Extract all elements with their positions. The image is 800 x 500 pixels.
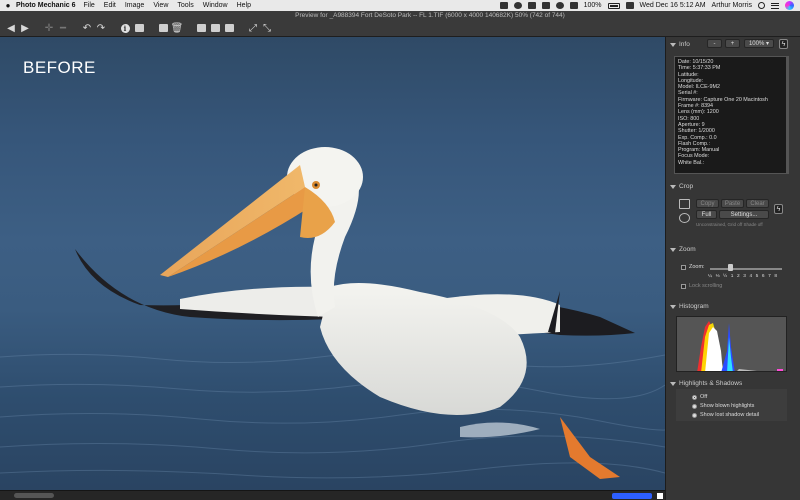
- zoom-section-title: Zoom: [679, 246, 696, 253]
- menu-help[interactable]: Help: [237, 2, 251, 9]
- info-zoom-value: 100%: [748, 40, 765, 47]
- crop-status-text: Unconstrained, Grid off Shade off: [696, 222, 763, 227]
- lost-shadow-label: Show lost shadow detail: [700, 412, 760, 418]
- menubar-user[interactable]: Arthur Morris: [712, 2, 752, 9]
- apple-menu-icon[interactable]: ●: [0, 1, 16, 10]
- color-class-indicator[interactable]: [612, 493, 652, 499]
- disclosure-triangle-icon[interactable]: [670, 184, 676, 189]
- crop-section-header[interactable]: Crop: [670, 183, 693, 190]
- histogram-graph: [676, 316, 787, 372]
- zoom-slider-track[interactable]: [710, 268, 782, 270]
- info-metadata-box[interactable]: Date: 10/15/20 Time: 5:37:33 PM Latitude…: [674, 56, 787, 174]
- menubar-datetime[interactable]: Wed Dec 16 5:12 AM: [640, 2, 706, 9]
- highlights-section-title: Highlights & Shadows: [679, 380, 743, 387]
- trash-icon[interactable]: 🗑: [170, 22, 184, 34]
- zoom-slider-knob[interactable]: [728, 264, 733, 271]
- app-menu[interactable]: Photo Mechanic 6: [16, 2, 76, 9]
- crop-tool-icon[interactable]: [679, 199, 690, 209]
- zoom-in-icon[interactable]: ✛: [42, 22, 56, 34]
- crop-settings-button[interactable]: Settings...: [719, 210, 769, 219]
- single-view-icon[interactable]: [194, 22, 208, 34]
- battery-icon[interactable]: [607, 2, 620, 9]
- info-section-header[interactable]: Info: [670, 41, 690, 48]
- menu-image[interactable]: Image: [125, 2, 144, 9]
- wifi-icon[interactable]: [569, 2, 578, 9]
- menu-edit[interactable]: Edit: [104, 2, 116, 9]
- menu-file[interactable]: File: [84, 2, 95, 9]
- highlights-off-label: Off: [700, 394, 708, 400]
- crop-shade-icon[interactable]: [679, 213, 690, 223]
- histogram-section-header[interactable]: Histogram: [670, 303, 709, 310]
- rotate-left-icon[interactable]: ↶: [80, 22, 94, 34]
- crop-clear-button[interactable]: Clear: [746, 199, 769, 208]
- zoom-label: Zoom:: [689, 264, 705, 270]
- notification-center-icon[interactable]: [771, 2, 779, 9]
- flag-icon[interactable]: [625, 2, 634, 9]
- bottom-status-strip: [0, 490, 665, 500]
- pelican-photo-image: [0, 147, 665, 479]
- info-zoom-in-button[interactable]: +: [725, 39, 740, 48]
- filmstrip-toggle[interactable]: [14, 493, 54, 498]
- crop-lightning-icon[interactable]: ϟ: [774, 204, 783, 214]
- window-title: Preview for _A988394 Fort DeSoto Park --…: [295, 12, 565, 19]
- disclosure-triangle-icon[interactable]: [670, 42, 676, 47]
- zoom-checkbox[interactable]: [681, 265, 686, 270]
- blown-highlights-label: Show blown highlights: [700, 403, 755, 409]
- image-info-icon[interactable]: [132, 22, 146, 34]
- highlights-section-header[interactable]: Highlights & Shadows: [670, 380, 742, 387]
- next-arrow-icon[interactable]: ▶: [18, 22, 32, 34]
- zoom-ticks: ¼ ⅓ ½ 1 2 3 4 5 6 7 8: [708, 274, 778, 279]
- preview-toolbar: Preview for _A988394 Fort DeSoto Park --…: [0, 11, 800, 37]
- disclosure-triangle-icon[interactable]: [670, 304, 676, 309]
- fullscreen-icon[interactable]: ⤡: [260, 22, 274, 34]
- split-view-icon[interactable]: [208, 22, 222, 34]
- info-icon[interactable]: i: [118, 22, 132, 34]
- status-icon[interactable]: [513, 2, 522, 9]
- disclosure-triangle-icon[interactable]: [670, 247, 676, 252]
- info-lightning-icon[interactable]: ϟ: [779, 39, 788, 49]
- preview-photo[interactable]: BEFORE: [0, 37, 665, 490]
- tag-checkbox[interactable]: [657, 493, 663, 499]
- crop-copy-button[interactable]: Copy: [696, 199, 719, 208]
- battery-percent: 100%: [583, 2, 602, 9]
- previous-arrow-icon[interactable]: ◀: [4, 22, 18, 34]
- lock-scrolling-checkbox[interactable]: [681, 284, 686, 289]
- before-overlay-label: BEFORE: [23, 58, 96, 77]
- info-zoom-select[interactable]: 100% ▾: [744, 39, 774, 48]
- lock-scrolling-label: Lock scrolling: [689, 283, 723, 289]
- siri-icon[interactable]: [785, 1, 794, 10]
- histogram-section-title: Histogram: [679, 303, 709, 310]
- info-line: White Bal.:: [678, 159, 705, 166]
- copy-icon[interactable]: [156, 22, 170, 34]
- info-zoom-out-button[interactable]: -: [707, 39, 722, 48]
- menu-tools[interactable]: Tools: [177, 2, 193, 9]
- crop-paste-button[interactable]: Paste: [721, 199, 744, 208]
- rotate-right-icon[interactable]: ↷: [94, 22, 108, 34]
- info-scrollbar[interactable]: [786, 56, 789, 174]
- disclosure-triangle-icon[interactable]: [670, 381, 676, 386]
- grid-view-icon[interactable]: [222, 22, 236, 34]
- clock-icon[interactable]: [555, 2, 564, 9]
- crop-section-title: Crop: [679, 183, 694, 190]
- app-status-icon[interactable]: [527, 2, 536, 9]
- fit-icon[interactable]: ⤢: [246, 22, 260, 34]
- menu-window[interactable]: Window: [203, 2, 228, 9]
- crop-full-button[interactable]: Full: [696, 210, 717, 219]
- cloud-icon[interactable]: [499, 2, 508, 9]
- menubar: ● Photo Mechanic 6 File Edit Image View …: [0, 0, 800, 11]
- zoom-section-header[interactable]: Zoom: [670, 246, 696, 253]
- zoom-out-icon[interactable]: ━: [56, 22, 70, 34]
- spotlight-icon[interactable]: [758, 2, 765, 9]
- lost-shadow-radio[interactable]: [692, 413, 697, 418]
- highlights-off-radio[interactable]: [692, 395, 697, 400]
- info-section-title: Info: [679, 41, 690, 48]
- menu-view[interactable]: View: [153, 2, 168, 9]
- blown-highlights-radio[interactable]: [692, 404, 697, 409]
- gmail-icon[interactable]: [541, 2, 550, 9]
